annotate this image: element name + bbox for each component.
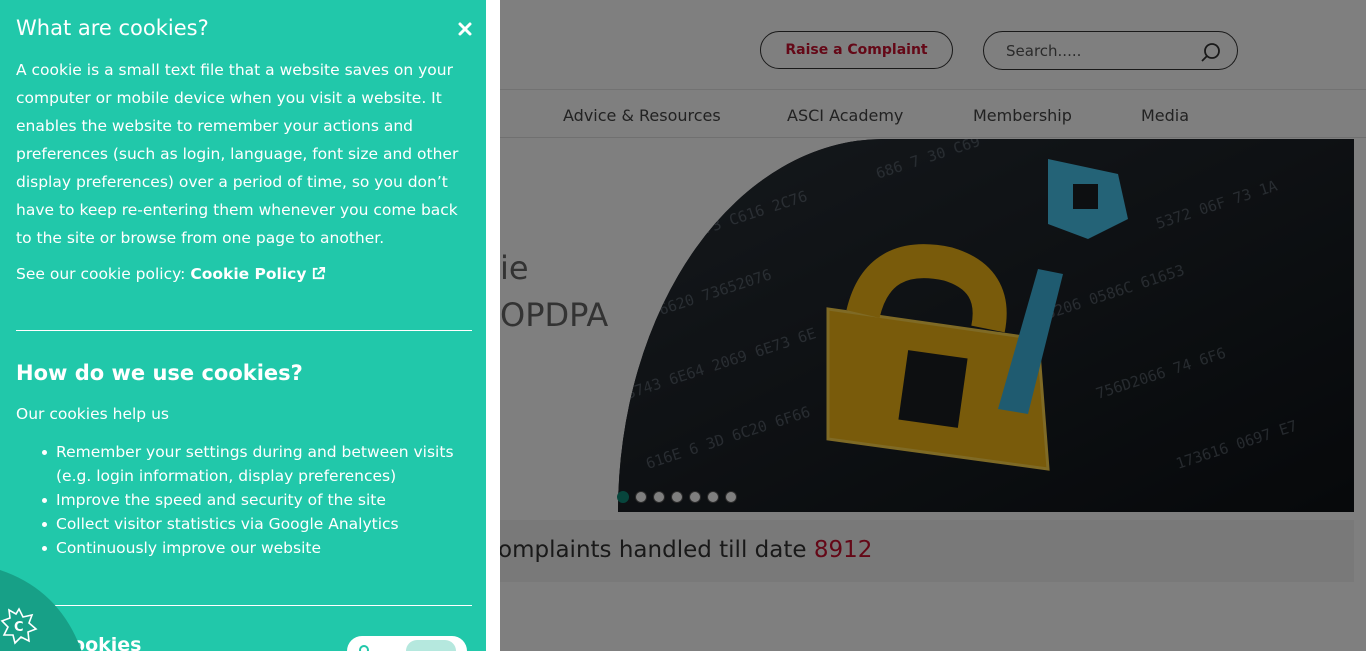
cookie-policy-line: See our cookie policy: Cookie Policy [16, 265, 326, 283]
cookies-uses-list: Remember your settings during and betwee… [42, 440, 466, 560]
cookie-badge-icon[interactable]: C [0, 570, 82, 651]
cookies-description: A cookie is a small text file that a web… [16, 61, 459, 247]
section-divider [16, 605, 472, 606]
cookies-title: What are cookies? [16, 16, 209, 40]
cookie-policy-prefix: See our cookie policy: [16, 265, 186, 283]
cookies-help-text: Our cookies help us [16, 405, 169, 423]
cookie-policy-link[interactable]: Cookie Policy [190, 265, 326, 283]
toggle-off-icon [359, 645, 369, 651]
cookie-policy-link-label: Cookie Policy [190, 265, 307, 283]
external-link-icon [313, 266, 326, 280]
list-item: Remember your settings during and betwee… [42, 440, 466, 488]
svg-text:C: C [14, 620, 24, 635]
how-cookies-title: How do we use cookies? [16, 361, 303, 385]
cookie-consent-panel: What are cookies? A cookie is a small te… [0, 0, 500, 651]
close-icon[interactable] [457, 21, 473, 37]
section-divider [16, 330, 472, 331]
list-item: Collect visitor statistics via Google An… [42, 512, 466, 536]
list-item: Improve the speed and security of the si… [42, 488, 466, 512]
analytics-cookies-toggle[interactable] [347, 636, 467, 651]
list-item: Continuously improve our website [42, 536, 466, 560]
toggle-knob [406, 640, 456, 651]
